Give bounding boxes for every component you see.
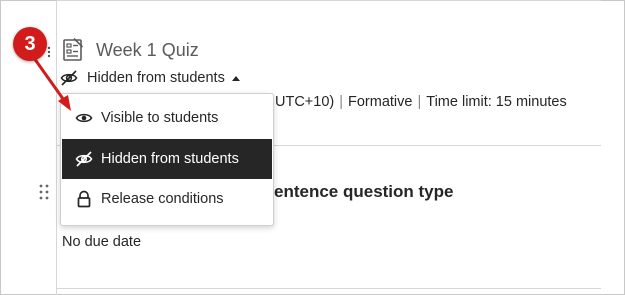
eye-slash-icon [75,151,93,167]
quiz-type: Formative [348,94,413,110]
caret-up-icon [231,75,240,81]
lock-icon [77,190,91,208]
item-title[interactable]: entence question type [274,182,453,202]
due-fragment: UTC+10) [275,94,335,110]
eye-icon [75,113,93,123]
due-date: No due date [62,234,142,250]
step-number-badge: 3 [13,27,47,61]
visibility-menu: Visible to students Hidden from students… [60,93,274,226]
menu-item-label: Release conditions [101,191,224,207]
visibility-label: Hidden from students [87,70,225,86]
menu-item-visible[interactable]: Visible to students [62,98,272,138]
meta-separator: | [339,94,344,110]
top-divider [56,0,601,1]
visibility-dropdown-button[interactable]: Hidden from students [60,68,240,88]
time-limit: Time limit: 15 minutes [426,94,567,110]
quiz-meta: UTC+10) | Formative | Time limit: 15 minutes [275,94,567,110]
left-divider [56,0,57,295]
quiz-title[interactable]: Week 1 Quiz [96,40,199,61]
menu-item-label: Hidden from students [101,151,239,167]
quiz-icon [63,38,84,61]
menu-item-hidden[interactable]: Hidden from students [62,139,272,179]
drag-handle-icon[interactable] [46,46,52,58]
menu-item-label: Visible to students [101,110,219,126]
drag-handle-icon[interactable] [39,184,49,200]
menu-item-release-conditions[interactable]: Release conditions [62,179,272,219]
bottom-divider [56,288,601,289]
meta-separator: | [417,94,422,110]
eye-slash-icon [60,70,78,86]
